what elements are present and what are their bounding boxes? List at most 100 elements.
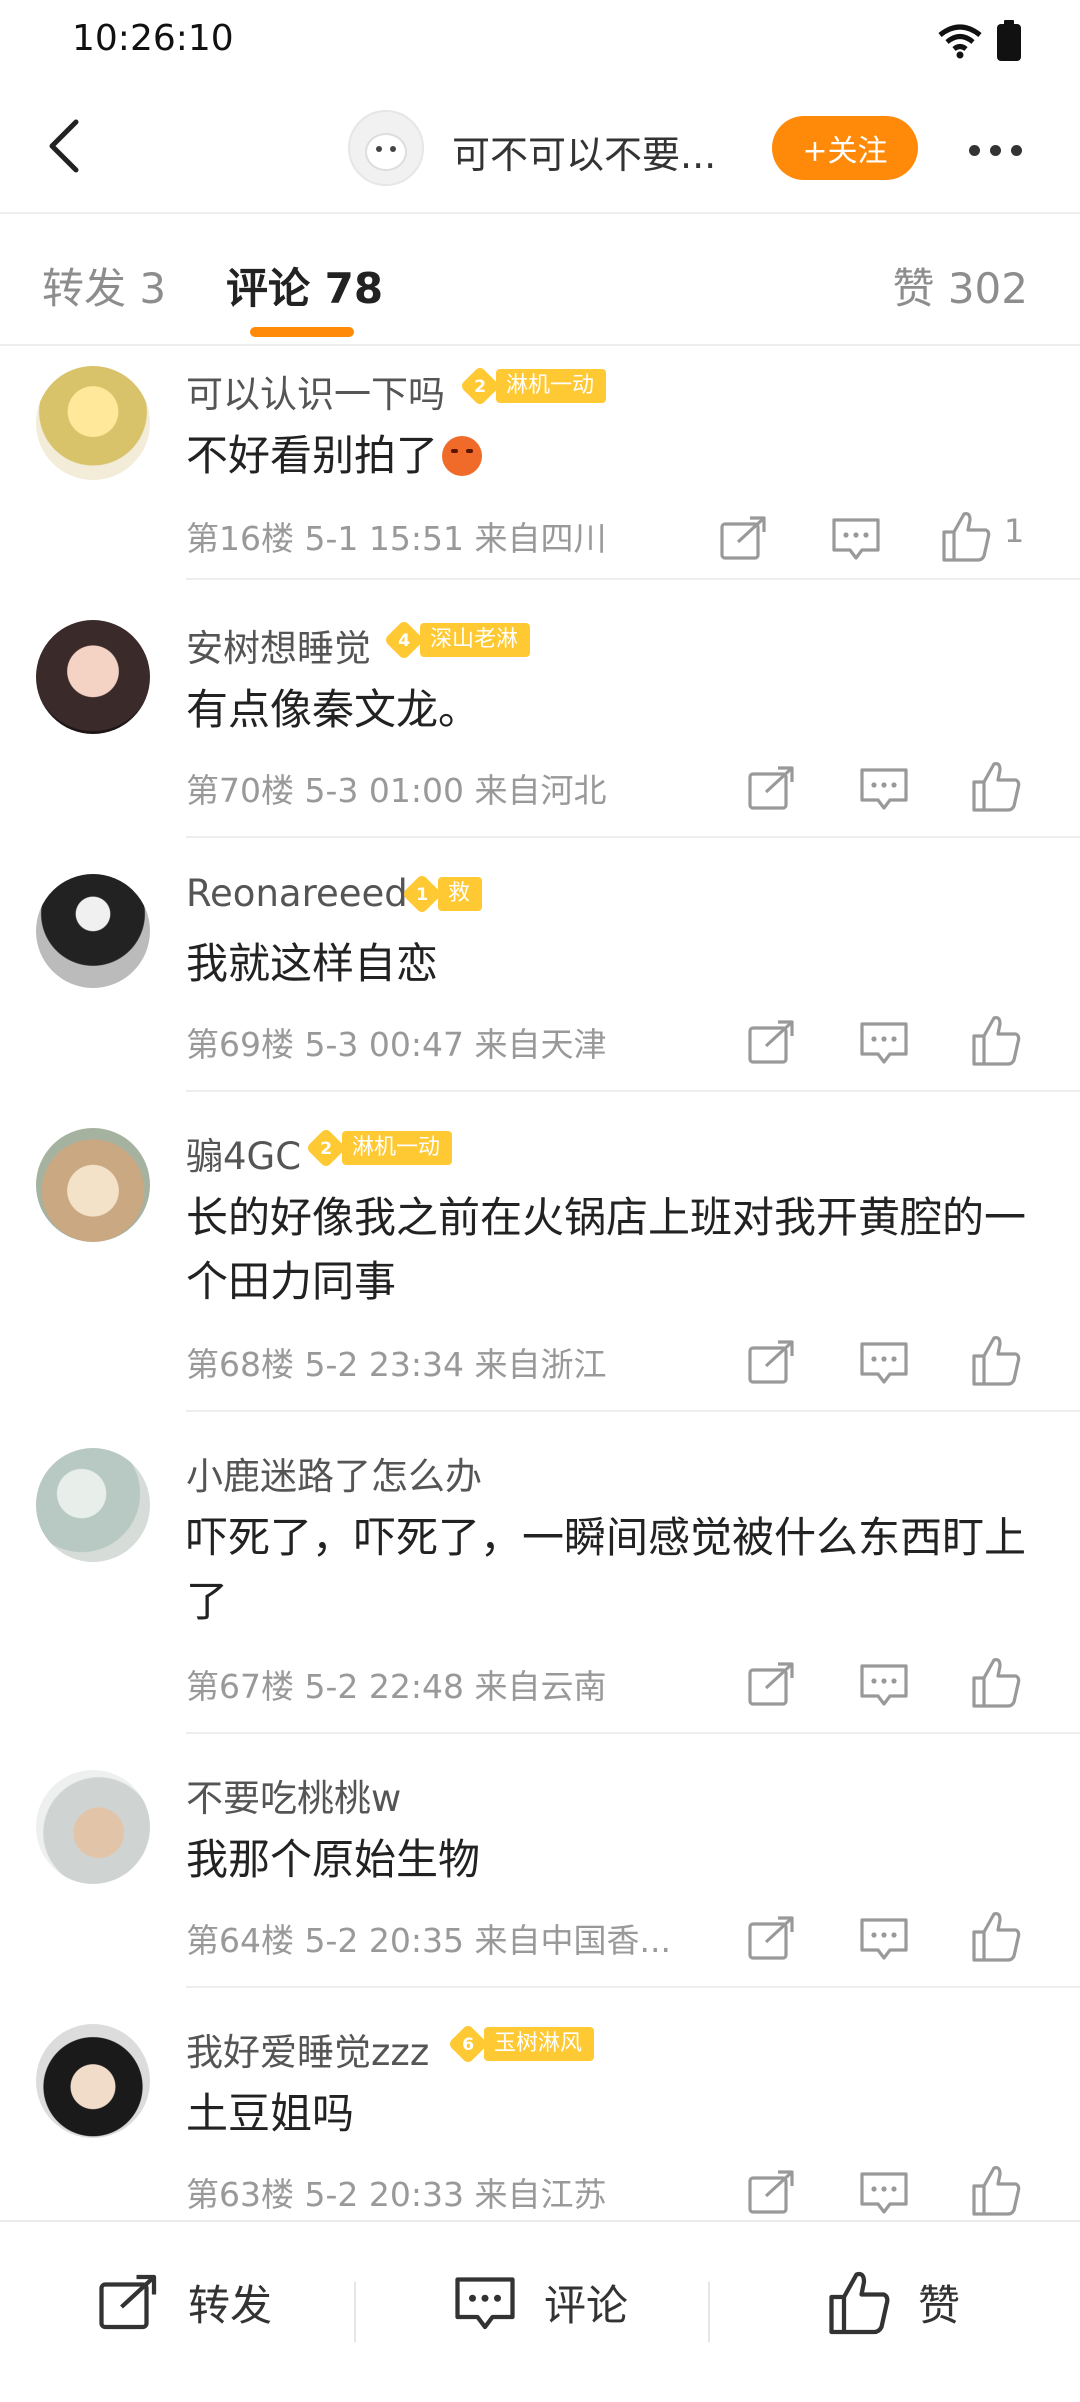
follow-button[interactable]: +关注 — [772, 116, 918, 180]
comment-meta: 第69楼 5-3 00:47 来自天津 — [186, 1025, 607, 1064]
wifi-icon — [938, 24, 982, 59]
avatar[interactable] — [36, 1770, 150, 1884]
comment-item: 安树想睡觉 4 深山老淋 有点像秦文龙。 第70楼 5-3 01:00 来自河北 — [0, 600, 1080, 838]
back-arrow-icon[interactable] — [36, 116, 96, 176]
status-bar: 10:26:10 — [0, 0, 1080, 80]
comment-icon[interactable] — [856, 2164, 912, 2220]
commenter-name[interactable]: Reonareeed — [186, 872, 408, 915]
bottom-comment-button[interactable]: 评论 — [450, 2262, 628, 2342]
bottom-divider — [708, 2282, 710, 2342]
commenter-name[interactable]: 小鹿迷路了怎么办 — [186, 1446, 482, 1500]
author-avatar[interactable] — [348, 110, 424, 186]
like-icon[interactable] — [968, 1654, 1024, 1710]
comment-item: Reonareeed 1 救 我就这样自恋 第69楼 5-3 00:47 来自天… — [0, 854, 1080, 1092]
badge-level: 4 — [397, 629, 411, 651]
comment-meta: 第67楼 5-2 22:48 来自云南 — [186, 1667, 607, 1706]
avatar[interactable] — [36, 1128, 150, 1242]
badge-level: 6 — [461, 2033, 475, 2055]
avatar[interactable] — [36, 366, 150, 480]
tab-repost[interactable]: 转发 3 — [42, 255, 166, 316]
comment-meta: 第63楼 5-2 20:33 来自江苏 — [186, 2175, 607, 2214]
bottom-like-button[interactable]: 赞 — [824, 2262, 960, 2342]
fan-badge: 6 玉树淋风 — [447, 2023, 595, 2065]
more-icon[interactable] — [960, 120, 1030, 180]
repost-icon[interactable] — [744, 1014, 800, 1070]
bottom-comment-label: 评论 — [544, 2280, 629, 2330]
repost-icon[interactable] — [744, 1334, 800, 1390]
bottom-repost-button[interactable]: 转发 — [94, 2262, 272, 2342]
repost-icon[interactable] — [716, 510, 772, 566]
comment-icon[interactable] — [856, 1014, 912, 1070]
badge-text: 深山老淋 — [420, 623, 531, 657]
badge-level: 2 — [319, 1137, 333, 1159]
comment-icon[interactable] — [856, 1656, 912, 1712]
like-icon[interactable] — [938, 508, 994, 564]
like-count: 1 — [1004, 512, 1025, 550]
status-time: 10:26:10 — [72, 18, 234, 59]
comment-divider — [186, 836, 1080, 838]
comment-item: 可以认识一下吗 2 淋机一动 不好看别拍了 第16楼 5-1 15:51 来自四… — [0, 346, 1080, 582]
battery-icon — [997, 20, 1021, 61]
comment-divider — [186, 1986, 1080, 1988]
tab-active-indicator — [250, 327, 354, 337]
tab-comments[interactable]: 评论 78 — [226, 255, 383, 316]
like-icon[interactable] — [968, 2162, 1024, 2218]
status-icons — [938, 20, 1022, 62]
comment-text: 吓死了，吓死了，一瞬间感觉被什么东西盯上了 — [186, 1513, 1027, 1626]
comment-text: 我那个原始生物 — [186, 1835, 481, 1884]
bottom-like-label: 赞 — [918, 2280, 961, 2330]
avatar[interactable] — [36, 620, 150, 734]
comment-item: 小鹿迷路了怎么办 吓死了，吓死了，一瞬间感觉被什么东西盯上了 第67楼 5-2 … — [0, 1428, 1080, 1734]
bottom-action-bar: 转发 评论 赞 — [0, 2220, 1080, 2402]
commenter-name[interactable]: 安树想睡觉 — [186, 618, 371, 672]
avatar[interactable] — [36, 1448, 150, 1562]
comment-divider — [186, 1732, 1080, 1734]
repost-icon — [99, 2274, 157, 2330]
badge-text: 救 — [438, 877, 483, 911]
repost-icon[interactable] — [744, 1656, 800, 1712]
comment-meta: 第68楼 5-2 23:34 来自浙江 — [186, 1345, 607, 1384]
bottom-divider — [354, 2282, 356, 2342]
repost-icon[interactable] — [744, 2164, 800, 2220]
badge-level: 1 — [415, 883, 429, 905]
comment-divider — [186, 1090, 1080, 1092]
comment-icon[interactable] — [856, 1334, 912, 1390]
comment-item: 我好爱睡觉zzz 6 玉树淋风 土豆姐吗 第63楼 5-2 20:33 来自江苏 — [0, 2004, 1080, 2220]
header-divider — [0, 212, 1080, 214]
post-tabs: 转发 3 评论 78 赞 302 — [0, 215, 1080, 345]
badge-level: 2 — [473, 375, 487, 397]
comment-icon[interactable] — [856, 1910, 912, 1966]
comment-icon[interactable] — [856, 760, 912, 816]
comment-text: 长的好像我之前在火锅店上班对我开黄腔的一个田力同事 — [186, 1193, 1027, 1306]
avatar[interactable] — [36, 2024, 150, 2138]
like-icon[interactable] — [968, 758, 1024, 814]
comment-meta: 第16楼 5-1 15:51 来自四川 — [186, 519, 607, 558]
commenter-name[interactable]: 我好爱睡觉zzz — [186, 2022, 429, 2076]
repost-icon[interactable] — [744, 1910, 800, 1966]
commenter-name[interactable]: 不要吃桃桃w — [186, 1768, 401, 1822]
badge-text: 淋机一动 — [496, 369, 607, 403]
comment-icon[interactable] — [828, 510, 884, 566]
fan-badge: 2 淋机一动 — [459, 365, 607, 407]
comment-divider — [186, 578, 1080, 580]
author-name[interactable]: 可不可以不要... — [452, 124, 716, 179]
commenter-name[interactable]: 骟4GC — [186, 1126, 301, 1180]
comment-divider — [186, 1410, 1080, 1412]
angry-emoji-icon — [442, 436, 483, 476]
comment-text: 有点像秦文龙。 — [186, 685, 481, 734]
fan-badge: 1 救 — [401, 873, 483, 915]
commenter-name[interactable]: 可以认识一下吗 — [186, 364, 445, 418]
post-header: 可不可以不要... +关注 — [0, 90, 1080, 210]
fan-badge: 2 淋机一动 — [305, 1127, 453, 1169]
tab-likes[interactable]: 赞 302 — [892, 255, 1028, 316]
like-icon[interactable] — [968, 1012, 1024, 1068]
avatar-placeholder-icon — [365, 133, 407, 171]
comment-icon — [455, 2277, 515, 2330]
like-icon[interactable] — [968, 1332, 1024, 1388]
bottom-repost-label: 转发 — [188, 2280, 273, 2330]
avatar[interactable] — [36, 874, 150, 988]
repost-icon[interactable] — [744, 760, 800, 816]
badge-text: 玉树淋风 — [484, 2027, 595, 2061]
comment-meta: 第70楼 5-3 01:00 来自河北 — [186, 771, 607, 810]
like-icon[interactable] — [968, 1908, 1024, 1964]
